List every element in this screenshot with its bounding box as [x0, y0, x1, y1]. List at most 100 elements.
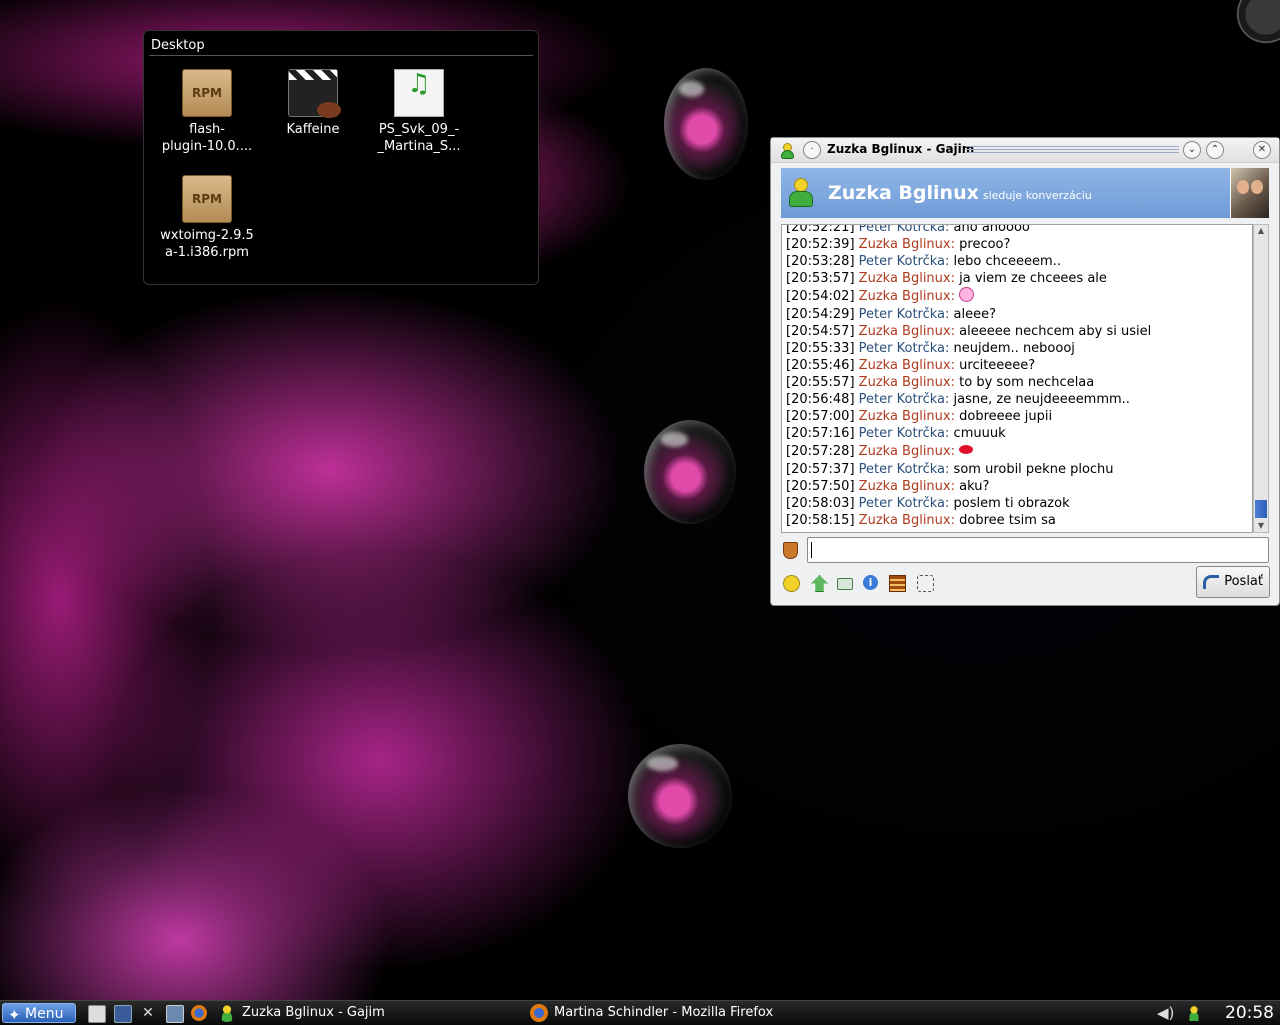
minimize-button[interactable]: ⌄ [1183, 141, 1201, 159]
message-timestamp: [20:55:46] [786, 358, 855, 373]
message-row: [20:57:00] Zuzka Bglinux: dobreeee jupii [782, 408, 1252, 425]
message-row: [20:57:28] Zuzka Bglinux: [782, 442, 1252, 461]
clock[interactable]: 20:58 [1225, 1002, 1274, 1024]
message-row: [20:55:46] Zuzka Bglinux: urciteeeee? [782, 357, 1252, 374]
message-row: [20:54:02] Zuzka Bglinux: [782, 287, 1252, 306]
message-text: ja viem ze chceees ale [959, 271, 1107, 286]
emoticons-icon[interactable] [783, 575, 801, 593]
send-file-icon[interactable] [811, 575, 829, 593]
message-row: [20:57:50] Zuzka Bglinux: aku? [782, 478, 1252, 495]
groupchat-invite-icon[interactable] [837, 575, 855, 593]
window-titlebar[interactable]: · Zuzka Bglinux - Gajim ⌄ ⌃ ✕ [771, 138, 1279, 163]
message-sender: Zuzka Bglinux: [858, 237, 955, 252]
folder-view-title: Desktop [151, 38, 205, 53]
wallpaper-drop [628, 744, 732, 848]
message-timestamp: [20:57:37] [786, 462, 855, 477]
message-row: [20:53:28] Peter Kotrčka: lebo chceeeem.… [782, 253, 1252, 270]
message-timestamp: [20:58:03] [786, 496, 855, 511]
contact-name: Zuzka Bglinux sleduje konverzáciu [828, 182, 1092, 204]
task-gajim[interactable]: Zuzka Bglinux - Gajim [218, 1003, 518, 1023]
send-button[interactable]: Poslať [1196, 566, 1270, 598]
desktop-icon-label: Kaffeine [286, 122, 340, 137]
message-sender: Zuzka Bglinux: [858, 324, 955, 339]
message-row: [20:56:48] Peter Kotrčka: jasne, ze neuj… [782, 391, 1252, 408]
system-settings-icon[interactable] [88, 1005, 106, 1023]
message-row: [20:52:21] Peter Kotrčka: ano anoooo [782, 224, 1252, 236]
titlebar-decoration [966, 146, 1179, 154]
scroll-down-icon[interactable]: ▼ [1254, 520, 1268, 532]
sticky-button[interactable]: · [803, 141, 821, 159]
message-sender: Peter Kotrčka: [858, 224, 950, 235]
message-timestamp: [20:52:21] [786, 224, 855, 235]
menu-button[interactable]: ✦ Menu [2, 1003, 76, 1024]
message-row: [20:58:15] Zuzka Bglinux: dobree tsim sa [782, 512, 1252, 529]
gajim-tray-icon[interactable] [1186, 1005, 1202, 1021]
taskbar: ✦ Menu ✕ Zuzka Bglinux - Gajim Martina S… [0, 1000, 1280, 1025]
wallpaper-drop [664, 68, 748, 180]
desktop-icon-flash-plugin[interactable]: RPM flash- plugin-10.0.... [157, 69, 257, 155]
volume-icon[interactable]: ◀) [1157, 1005, 1174, 1021]
task-firefox[interactable]: Martina Schindler - Mozilla Firefox [530, 1003, 830, 1023]
kde-menu-icon: ✦ [8, 1006, 21, 1024]
message-text: dobree tsim sa [959, 513, 1056, 528]
message-text: jasne, ze neujdeeeemmm.. [953, 392, 1130, 407]
message-row: [20:54:57] Zuzka Bglinux: aleeeee nechce… [782, 323, 1252, 340]
message-sender: Zuzka Bglinux: [858, 513, 955, 528]
message-input[interactable] [807, 537, 1269, 563]
maximize-button[interactable]: ⌃ [1206, 141, 1224, 159]
send-arrow-icon [1203, 575, 1219, 589]
desktop-icon-label: wxtoimg-2.9.5 [160, 228, 254, 243]
encryption-icon[interactable] [783, 542, 798, 559]
scrollbar-thumb[interactable] [1255, 500, 1267, 518]
message-sender: Zuzka Bglinux: [858, 271, 955, 286]
message-text: lebo chceeeem.. [953, 254, 1061, 269]
message-timestamp: [20:57:28] [786, 444, 855, 459]
contact-avatar[interactable] [1230, 168, 1269, 218]
desktop-icon-kaffeine[interactable]: Kaffeine [263, 69, 363, 138]
message-sender: Zuzka Bglinux: [858, 375, 955, 390]
contact-banner: Zuzka Bglinux sleduje konverzáciu [781, 168, 1269, 218]
task-label: Martina Schindler - Mozilla Firefox [554, 1005, 774, 1020]
message-row: [20:53:57] Zuzka Bglinux: ja viem ze chc… [782, 270, 1252, 287]
show-desktop-icon[interactable] [114, 1005, 132, 1023]
message-row: [20:55:57] Zuzka Bglinux: to by som nech… [782, 374, 1252, 391]
terminal-icon[interactable] [166, 1005, 184, 1023]
message-timestamp: [20:52:39] [786, 237, 855, 252]
desktop-icon-label: a-1.i386.rpm [165, 245, 249, 260]
desktop-icon-audio-file[interactable]: ♫ PS_Svk_09_- _Martina_S... [369, 69, 469, 155]
message-sender: Peter Kotrčka: [858, 462, 950, 477]
kaffeine-icon [288, 69, 341, 118]
message-timestamp: [20:53:57] [786, 271, 855, 286]
desktop-icon-label: flash- [189, 122, 225, 137]
message-sender: Zuzka Bglinux: [858, 289, 955, 304]
message-sender: Peter Kotrčka: [858, 392, 950, 407]
message-text: som urobil pekne plochu [953, 462, 1114, 477]
contact-info-icon[interactable]: i [863, 575, 881, 593]
history-icon[interactable] [889, 575, 907, 593]
message-timestamp: [20:54:57] [786, 324, 855, 339]
conversation-log[interactable]: [20:52:21] Peter Kotrčka: ano anoooo [20:… [781, 224, 1253, 533]
conversation-scrollbar[interactable]: ▲ ▼ [1253, 224, 1269, 533]
desktop-icon-label: plugin-10.0.... [161, 139, 253, 154]
cashew-corner-icon[interactable] [1234, 0, 1280, 46]
contact-status-text: sleduje konverzáciu [982, 189, 1092, 202]
message-sender: Peter Kotrčka: [858, 341, 950, 356]
formatting-icon[interactable] [917, 575, 935, 593]
message-text: aleee? [953, 307, 997, 322]
message-timestamp: [20:55:57] [786, 375, 855, 390]
desktop-icon-wxtoimg[interactable]: RPM wxtoimg-2.9.5 a-1.i386.rpm [157, 175, 257, 261]
message-sender: Peter Kotrčka: [858, 426, 950, 441]
desktop-icon-label: _Martina_S... [377, 139, 461, 154]
message-timestamp: [20:57:00] [786, 409, 855, 424]
desktop-icon-label: PS_Svk_09_- [378, 122, 460, 137]
message-timestamp: [20:55:33] [786, 341, 855, 356]
scroll-up-icon[interactable]: ▲ [1254, 225, 1268, 237]
message-sender: Peter Kotrčka: [858, 496, 950, 511]
message-text: dobreeee jupii [959, 409, 1053, 424]
message-timestamp: [20:54:29] [786, 307, 855, 322]
tools-icon[interactable]: ✕ [140, 1005, 156, 1021]
message-sender: Peter Kotrčka: [858, 307, 950, 322]
message-row: [20:58:03] Peter Kotrčka: poslem ti obra… [782, 495, 1252, 512]
close-button[interactable]: ✕ [1253, 141, 1271, 159]
firefox-launcher-icon[interactable] [191, 1005, 207, 1021]
